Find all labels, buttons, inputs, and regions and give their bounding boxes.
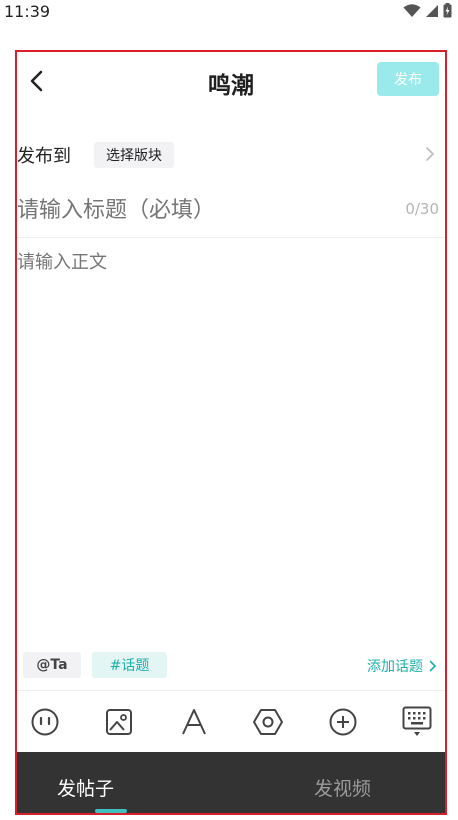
add-topic-link[interactable]: 添加话题: [367, 656, 437, 676]
active-tab-indicator: [95, 809, 127, 813]
post-to-label: 发布到: [17, 146, 71, 167]
title-input[interactable]: [17, 192, 387, 228]
publish-button[interactable]: 发布: [377, 62, 439, 96]
keyboard-icon[interactable]: [401, 706, 433, 738]
topic-button[interactable]: #话题: [92, 652, 167, 678]
mention-button[interactable]: @Ta: [23, 652, 81, 678]
status-icons: [403, 3, 452, 18]
settings-hex-icon[interactable]: [252, 706, 284, 738]
tag-row: @Ta #话题 添加话题: [17, 650, 445, 680]
chevron-right-icon: [429, 660, 437, 672]
bottom-tab-bar: 发帖子 发视频: [17, 752, 445, 813]
emoji-icon[interactable]: [29, 706, 61, 738]
text-format-icon[interactable]: [178, 706, 210, 738]
title-char-counter: 0/30: [405, 200, 439, 218]
tab-video[interactable]: 发视频: [314, 774, 371, 801]
tab-post[interactable]: 发帖子: [57, 774, 114, 801]
wifi-icon: [403, 3, 421, 17]
add-circle-icon[interactable]: [327, 706, 359, 738]
add-topic-label: 添加话题: [367, 659, 423, 675]
signal-icon: [426, 4, 438, 17]
battery-icon: [443, 3, 452, 18]
editor-toolbar: [17, 690, 445, 752]
editor-frame: 鸣潮 发布 发布到 选择版块 0/30 @Ta #话题 添加话题: [15, 50, 447, 815]
status-bar: 11:39: [0, 0, 458, 26]
post-to-row[interactable]: 发布到 选择版块: [17, 140, 445, 170]
image-icon[interactable]: [103, 706, 135, 738]
title-row: 0/30: [17, 186, 445, 238]
header: 鸣潮 发布: [17, 52, 445, 110]
select-section-chip[interactable]: 选择版块: [94, 142, 174, 168]
chevron-right-icon[interactable]: [425, 146, 435, 162]
status-time: 11:39: [4, 2, 51, 21]
body-input[interactable]: [17, 248, 437, 648]
